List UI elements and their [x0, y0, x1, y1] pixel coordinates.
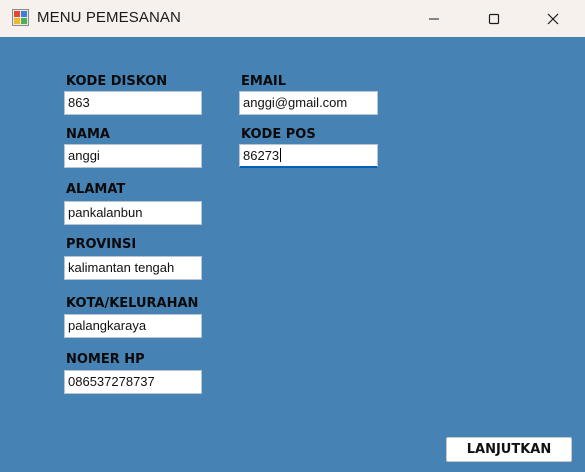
lanjutkan-button[interactable]: LANJUTKAN [446, 437, 572, 462]
email-field[interactable]: anggi@gmail.com [239, 91, 378, 115]
nama-label: NAMA [66, 127, 110, 142]
nomer-hp-label: NOMER HP [66, 352, 145, 367]
minimize-button[interactable] [411, 0, 457, 37]
minimize-icon [429, 18, 439, 19]
alamat-label: ALAMAT [66, 182, 126, 197]
nomer-hp-field[interactable]: 086537278737 [64, 370, 202, 394]
nama-field[interactable]: anggi [64, 144, 202, 168]
kode-pos-field[interactable]: 86273 [239, 144, 378, 168]
provinsi-label: PROVINSI [66, 237, 137, 252]
close-button[interactable] [530, 0, 576, 37]
kode-pos-value: 86273 [243, 148, 280, 163]
kode-diskon-label: KODE DISKON [66, 74, 168, 89]
alamat-field[interactable]: pankalanbun [64, 201, 202, 225]
close-icon [547, 13, 559, 24]
kode-diskon-field[interactable]: 863 [64, 91, 202, 115]
title-bar: MENU PEMESANAN [0, 0, 585, 37]
window-title: MENU PEMESANAN [37, 9, 181, 26]
maximize-button[interactable] [471, 0, 517, 37]
maximize-icon [488, 13, 500, 24]
kode-pos-label: KODE POS [241, 127, 316, 142]
kota-kelurahan-label: KOTA/KELURAHAN [66, 296, 199, 311]
provinsi-field[interactable]: kalimantan tengah [64, 256, 202, 280]
email-label: EMAIL [241, 74, 286, 89]
kota-kelurahan-field[interactable]: palangkaraya [64, 314, 202, 338]
text-caret [280, 148, 282, 162]
form-icon [12, 9, 29, 26]
